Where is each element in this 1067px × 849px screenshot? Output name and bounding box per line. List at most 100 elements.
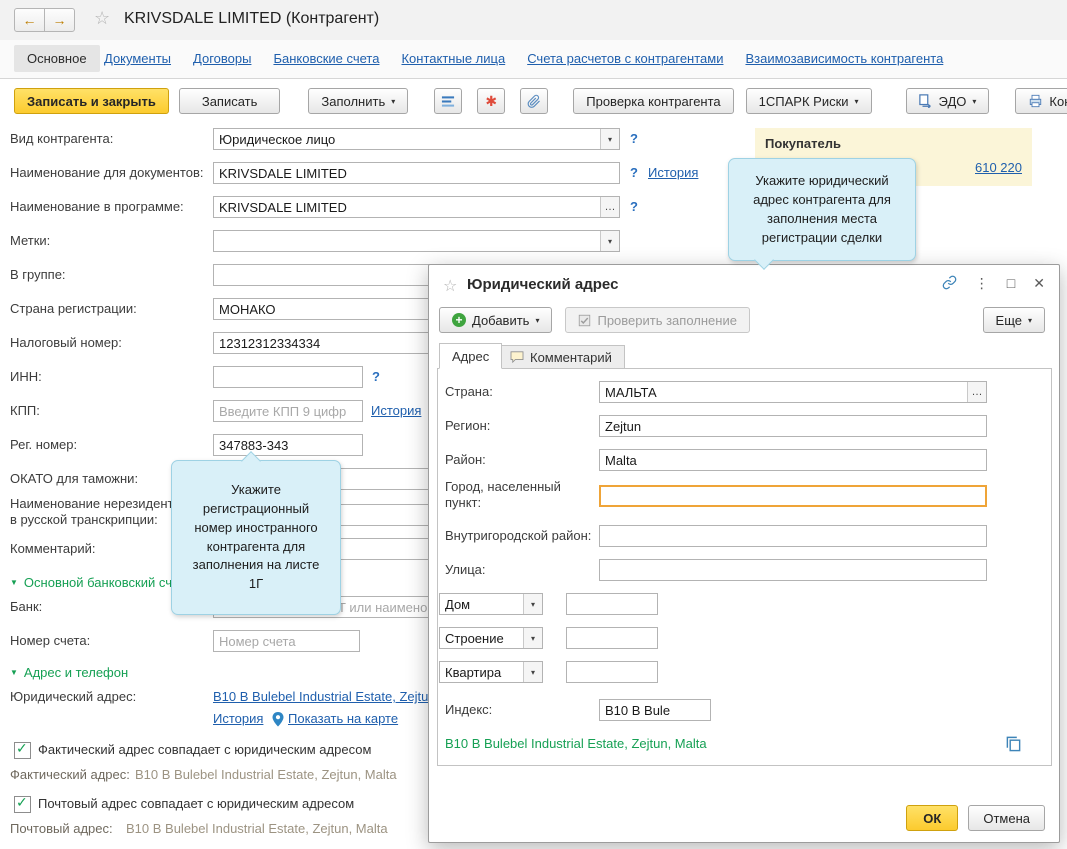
postal-address-checkbox[interactable]: ✓ [14, 796, 31, 813]
zip-input[interactable] [599, 699, 711, 721]
help-icon[interactable]: ? [372, 366, 380, 388]
country-input[interactable] [600, 382, 967, 402]
dropdown-caret-icon[interactable]: ▾ [600, 129, 619, 149]
fact-address-checkbox-label[interactable]: Фактический адрес совпадает с юридически… [38, 742, 371, 757]
legal-address-label: Юридический адрес: [10, 686, 136, 708]
tab-main[interactable]: Основное [14, 45, 100, 72]
favorite-star-icon[interactable]: ☆ [94, 8, 110, 29]
dropdown-caret-icon: ▾ [1028, 316, 1032, 325]
dropdown-caret-icon[interactable]: ▾ [600, 231, 619, 251]
row-kind: Вид контрагента: ▾ ? [0, 128, 1067, 152]
comment-label: Комментарий: [10, 538, 96, 560]
region-input[interactable] [599, 415, 987, 437]
house-type-combobox[interactable]: ▾ [439, 593, 543, 615]
help-icon[interactable]: ? [630, 196, 638, 218]
name-app-label: Наименование в программе: [10, 196, 184, 218]
section-address-phone[interactable]: ▼Адрес и телефон [10, 662, 128, 684]
cancel-button[interactable]: Отмена [968, 805, 1045, 831]
nav-link-interdependence[interactable]: Взаимозависимость контрагента [745, 51, 943, 66]
street-input[interactable] [599, 559, 987, 581]
ok-button[interactable]: ОК [906, 805, 958, 831]
back-button[interactable]: ← [14, 8, 45, 32]
dropdown-caret-icon[interactable]: ▾ [523, 594, 542, 614]
name-app-input[interactable] [214, 197, 600, 217]
spark-risks-button[interactable]: 1СПАРК Риски▾ [746, 88, 872, 114]
building-type-input[interactable] [440, 628, 523, 648]
dialog-close-icon[interactable]: ✕ [1033, 276, 1045, 290]
country-field[interactable]: … [599, 381, 987, 403]
house-number-input[interactable] [566, 593, 658, 615]
apartment-type-input[interactable] [440, 662, 523, 682]
forward-button[interactable]: → [44, 8, 75, 32]
verify-fill-button[interactable]: Проверить заполнение [565, 307, 749, 333]
row-apartment: ▾ [429, 661, 1059, 685]
nav-link-contracts[interactable]: Договоры [193, 51, 251, 66]
dropdown-caret-icon[interactable]: ▾ [523, 628, 542, 648]
inn-input[interactable] [213, 366, 363, 388]
choose-ellipsis-icon[interactable]: … [967, 382, 986, 402]
nav-link-settlement-accounts[interactable]: Счета расчетов с контрагентами [527, 51, 723, 66]
kind-label: Вид контрагента: [10, 128, 113, 150]
city-input[interactable] [599, 485, 987, 507]
district-input[interactable] [599, 449, 987, 471]
dialog-menu-dots-icon[interactable]: ⋮ [975, 276, 989, 290]
tab-comment[interactable]: Комментарий [497, 345, 625, 369]
verify-counterparty-button[interactable]: Проверка контрагента [573, 88, 733, 114]
section-main-bank-account[interactable]: ▼Основной банковский счет [10, 572, 185, 594]
edo-button[interactable]: ЭДО▾ [906, 88, 990, 114]
dropdown-caret-icon[interactable]: ▾ [523, 662, 542, 682]
show-on-map-link[interactable]: Показать на карте [288, 711, 398, 726]
kpp-input[interactable] [213, 400, 363, 422]
kpp-history-link[interactable]: История [371, 403, 421, 418]
attachments-button[interactable] [520, 88, 548, 114]
building-number-input[interactable] [566, 627, 658, 649]
get-link-icon[interactable] [942, 275, 957, 290]
apartment-number-input[interactable] [566, 661, 658, 683]
kind-combobox[interactable]: ▾ [213, 128, 620, 150]
tab-address[interactable]: Адрес [439, 343, 502, 369]
sparkle-icon: ✱ [485, 93, 497, 110]
fact-address-value: B10 B Bulebel Industrial Estate, Zejtun,… [135, 764, 397, 786]
envelope-button[interactable]: Конверт [1015, 88, 1067, 114]
okato-label: ОКАТО для таможни: [10, 468, 138, 490]
row-city: Город, населенный пункт: [429, 479, 1059, 519]
nav-link-bank-accounts[interactable]: Банковские счета [273, 51, 379, 66]
dialog-maximize-icon[interactable]: □ [1007, 276, 1015, 290]
tags-input[interactable] [214, 231, 600, 251]
group-label: В группе: [10, 264, 66, 286]
counterparty-service-button[interactable]: ✱ [477, 88, 505, 114]
choose-ellipsis-icon[interactable]: … [600, 197, 619, 217]
apartment-type-combobox[interactable]: ▾ [439, 661, 543, 683]
copy-icon[interactable] [1005, 735, 1022, 752]
building-type-combobox[interactable]: ▾ [439, 627, 543, 649]
reg-num-label: Рег. номер: [10, 434, 77, 456]
fact-address-checkbox[interactable]: ✓ [14, 742, 31, 759]
name-app-field[interactable]: … [213, 196, 620, 218]
legal-address-history-link[interactable]: История [213, 711, 263, 726]
name-docs-input[interactable] [213, 162, 620, 184]
nav-link-contact-persons[interactable]: Контактные лица [401, 51, 505, 66]
add-button[interactable]: +Добавить▾ [439, 307, 552, 333]
city-district-input[interactable] [599, 525, 987, 547]
account-input[interactable] [213, 630, 360, 652]
save-close-button[interactable]: Записать и закрыть [14, 88, 169, 114]
dropdown-caret-icon: ▾ [391, 97, 395, 106]
house-type-input[interactable] [440, 594, 523, 614]
more-button[interactable]: Еще▾ [983, 307, 1045, 333]
tags-combobox[interactable]: ▾ [213, 230, 620, 252]
nav-link-documents[interactable]: Документы [104, 51, 171, 66]
help-icon[interactable]: ? [630, 128, 638, 150]
save-button[interactable]: Записать [179, 88, 281, 114]
kind-input[interactable] [214, 129, 600, 149]
dossier-button[interactable] [434, 88, 462, 114]
address-section-label: Адрес и телефон [24, 665, 128, 680]
tooltip-legal-address-text: Укажите юридический адрес контрагента дл… [729, 159, 915, 260]
postal-address-checkbox-label[interactable]: Почтовый адрес совпадает с юридическим а… [38, 796, 354, 811]
zip-label: Индекс: [445, 699, 492, 721]
fill-dropdown-button[interactable]: Заполнить▾ [308, 88, 408, 114]
name-docs-history-link[interactable]: История [648, 165, 698, 180]
dialog-favorite-star-icon[interactable]: ☆ [443, 276, 457, 296]
reg-num-input[interactable] [213, 434, 363, 456]
help-icon[interactable]: ? [630, 162, 638, 184]
spark-label: 1СПАРК Риски [759, 94, 849, 109]
